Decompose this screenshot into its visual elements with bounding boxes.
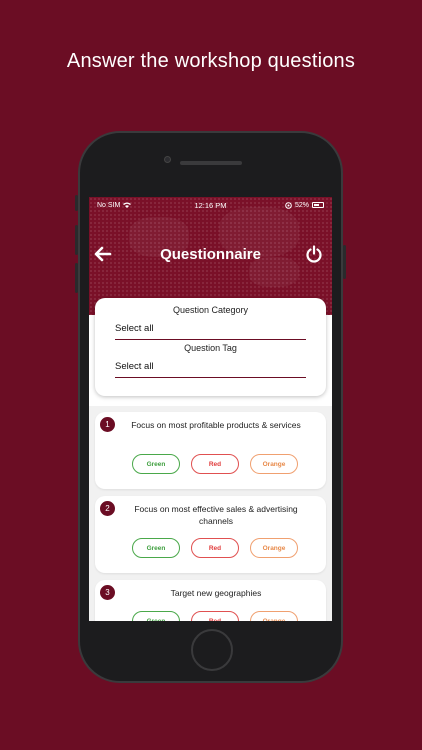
screen: No SIM 12:16 PM 52% Questionnaire Questi… [89,197,332,621]
orange-button[interactable]: Orange [250,538,298,558]
volume-up-button [75,225,78,255]
answer-buttons: Green Red Orange [132,454,298,474]
question-category-label: Question Category [172,305,249,315]
red-button[interactable]: Red [191,454,239,474]
question-text: Focus on most profitable products & serv… [131,420,301,430]
answer-buttons: Green Red Orange [132,538,298,558]
question-tag-underline [115,377,306,378]
question-card: 2 Focus on most effective sales & advert… [95,496,326,573]
headline: Answer the workshop questions [66,50,356,72]
question-card: 1 Focus on most profitable products & se… [95,412,326,489]
power-icon[interactable] [305,245,323,263]
phone-frame: No SIM 12:16 PM 52% Questionnaire Questi… [75,131,346,683]
question-text: Focus on most effective sales & advertis… [134,504,298,526]
question-tag-select[interactable]: Select all [115,361,306,373]
question-text: Target new geographies [170,588,262,598]
question-category-select[interactable]: Select all [115,323,306,335]
green-button[interactable]: Green [132,538,180,558]
volume-down-button [75,263,78,293]
back-arrow-icon[interactable] [94,245,112,263]
green-button[interactable]: Green [132,611,180,621]
speaker [180,161,242,165]
page-title: Questionnaire [160,245,261,263]
question-tag-label: Question Tag [184,343,237,353]
question-list[interactable]: 1 Focus on most profitable products & se… [89,406,332,621]
camera [164,156,171,163]
answer-buttons: Green Red Orange [132,611,298,621]
green-button[interactable]: Green [132,454,180,474]
status-time: 12:16 PM [194,200,227,210]
mute-switch [75,195,78,211]
question-number: 2 [100,501,115,516]
battery-icon [312,202,324,208]
orange-button[interactable]: Orange [250,611,298,621]
status-bar: No SIM 12:16 PM 52% [89,197,332,213]
home-button[interactable] [191,629,233,671]
filter-card: Question Category Select all Question Ta… [95,298,326,396]
power-side-button [343,245,346,279]
question-number: 3 [100,585,115,600]
red-button[interactable]: Red [191,538,239,558]
question-category-underline [115,339,306,340]
orange-button[interactable]: Orange [250,454,298,474]
red-button[interactable]: Red [191,611,239,621]
nav-bar: Questionnaire [89,241,332,267]
question-card: 3 Target new geographies Green Red Orang… [95,580,326,621]
question-number: 1 [100,417,115,432]
